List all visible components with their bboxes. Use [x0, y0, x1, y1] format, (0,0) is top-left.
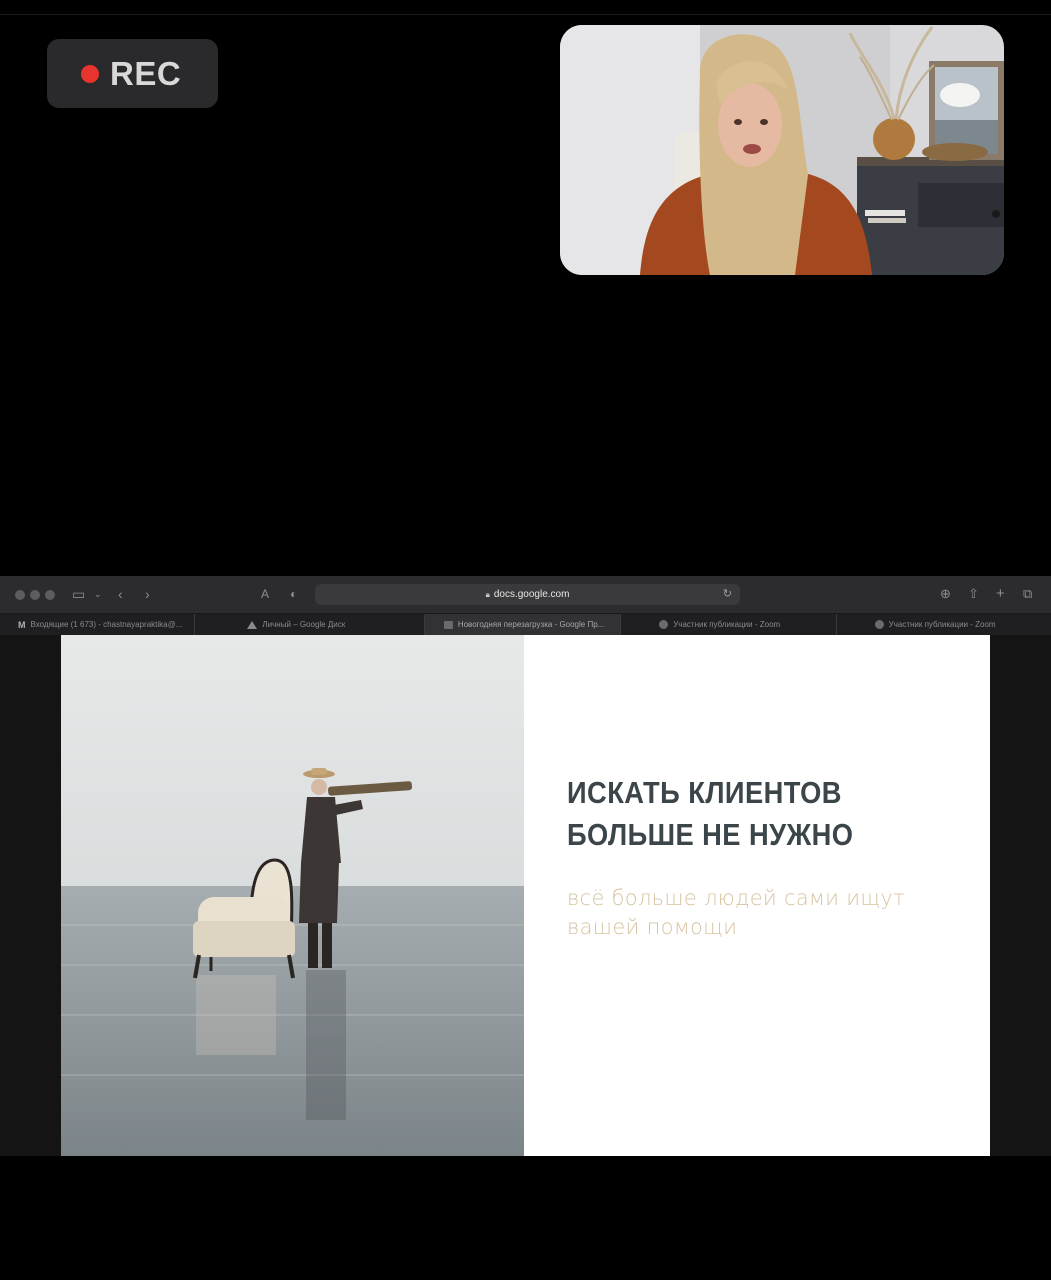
- new-tab-icon[interactable]: +: [996, 585, 1005, 603]
- tab-title: Входящие (1 673) - chastnayapraktika@...: [30, 620, 183, 629]
- gmail-icon: M: [18, 619, 26, 630]
- address-bar-url: docs.google.com: [493, 589, 570, 600]
- window-zoom-button[interactable]: [45, 590, 55, 600]
- tab-bar: M Входящие (1 673) - chastnayapraktika@.…: [0, 614, 1051, 635]
- tab-title: Участник публикации - Zoom: [673, 620, 781, 629]
- sidebar-toggle-icon[interactable]: ▭: [72, 585, 85, 603]
- tab-google-slides[interactable]: Новогодняя перезагрузка - Google Пр...: [424, 614, 622, 635]
- slide-subtitle-line: всё больше людей сами ищут: [567, 886, 905, 910]
- tab-overview-icon[interactable]: ⧉: [1023, 585, 1032, 603]
- shield-icon[interactable]: ◐: [290, 585, 297, 603]
- presenter-video: [560, 25, 1004, 275]
- recording-label: REC: [110, 54, 182, 92]
- webcam-video-tile[interactable]: [560, 25, 1004, 275]
- tab-title: Личный – Google Диск: [262, 620, 346, 629]
- slide-photo-woman-with-telescope: [61, 635, 524, 1156]
- google-slides-icon: [443, 620, 453, 629]
- record-dot-icon: [81, 64, 99, 83]
- tab-title: Участник публикации - Zoom: [888, 620, 996, 629]
- chevron-down-icon[interactable]: ⌄: [94, 585, 102, 603]
- translate-icon[interactable]: A: [261, 585, 269, 603]
- presentation-slide: ИСКАТЬ КЛИЕНТОВ БОЛЬШЕ НЕ НУЖНО всё боль…: [61, 635, 990, 1156]
- window-close-button[interactable]: [15, 590, 25, 600]
- slide-title-line: ИСКАТЬ КЛИЕНТОВ: [567, 775, 842, 810]
- window-minimize-button[interactable]: [30, 590, 40, 600]
- back-arrow-icon[interactable]: ‹: [118, 585, 123, 603]
- slide-subtitle: всё больше людей сами ищут вашей помощи: [567, 884, 967, 942]
- address-bar[interactable]: 🔒︎ docs.google.com ↻: [315, 584, 740, 605]
- reload-icon[interactable]: ↻: [723, 587, 732, 600]
- tab-title: Новогодняя перезагрузка - Google Пр...: [457, 620, 605, 629]
- zoom-icon: [659, 620, 669, 629]
- slide-title: ИСКАТЬ КЛИЕНТОВ БОЛЬШЕ НЕ НУЖНО: [567, 772, 919, 856]
- lock-icon: 🔒︎: [485, 589, 490, 599]
- share-icon[interactable]: ⇧: [968, 585, 979, 603]
- slide-subtitle-line: вашей помощи: [567, 915, 738, 939]
- forward-arrow-icon[interactable]: ›: [145, 585, 150, 603]
- window-top-divider: [0, 14, 1051, 15]
- tab-gmail[interactable]: M Входящие (1 673) - chastnayapraktika@.…: [0, 614, 196, 635]
- downloads-icon[interactable]: ⊕: [940, 585, 951, 603]
- google-drive-icon: [247, 620, 258, 629]
- recording-badge: REC: [47, 39, 218, 108]
- browser-toolbar: ▭ ⌄ ‹ › A ◐ 🔒︎ docs.google.com ↻ ⊕ ⇧ + ⧉: [0, 576, 1051, 614]
- tab-zoom-2[interactable]: Участник публикации - Zoom: [837, 614, 1051, 635]
- slide-title-line: БОЛЬШЕ НЕ НУЖНО: [567, 817, 854, 852]
- tab-zoom-1[interactable]: Участник публикации - Zoom: [621, 614, 837, 635]
- zoom-icon: [874, 620, 884, 629]
- tab-google-drive[interactable]: Личный – Google Диск: [195, 614, 425, 635]
